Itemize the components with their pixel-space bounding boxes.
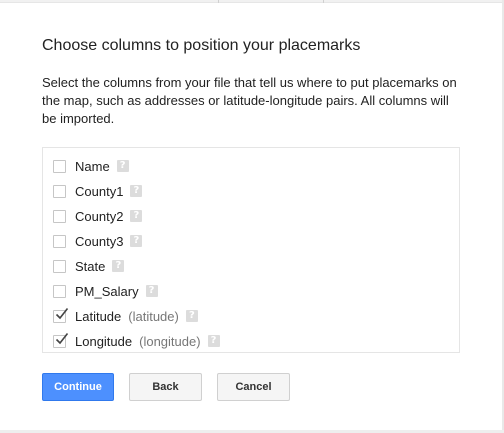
column-label: County1 <box>75 183 124 199</box>
checkmark-icon <box>55 332 69 344</box>
column-label: Name <box>75 158 110 174</box>
column-list: Name ? County1 ? County2 ? County3 ? Sta… <box>42 147 460 353</box>
help-icon[interactable]: ? <box>116 160 129 172</box>
help-icon[interactable]: ? <box>185 310 198 322</box>
column-row-pm-salary[interactable]: PM_Salary ? <box>53 282 158 300</box>
column-label: County3 <box>75 233 124 249</box>
continue-button[interactable]: Continue <box>42 373 114 401</box>
column-checkbox[interactable] <box>53 259 66 273</box>
import-columns-page: Choose columns to position your placemar… <box>0 0 504 433</box>
column-checkbox[interactable] <box>53 159 66 173</box>
help-icon[interactable]: ? <box>130 235 143 247</box>
top-window-strip <box>0 0 504 3</box>
column-checkbox-checked[interactable] <box>53 332 69 348</box>
column-row-county1[interactable]: County1 ? <box>53 182 143 200</box>
dialog-title: Choose columns to position your placemar… <box>42 37 361 54</box>
column-row-state[interactable]: State ? <box>53 257 125 275</box>
column-row-longitude[interactable]: Longitude (longitude) ? <box>53 332 220 350</box>
column-checkbox-checked[interactable] <box>53 307 69 323</box>
help-icon[interactable]: ? <box>207 335 220 347</box>
help-icon[interactable]: ? <box>112 260 125 272</box>
cancel-button[interactable]: Cancel <box>217 373 290 401</box>
column-row-name[interactable]: Name ? <box>53 157 129 175</box>
column-checkbox[interactable] <box>53 184 66 198</box>
column-label: Longitude <box>75 333 133 349</box>
column-checkbox[interactable] <box>53 284 66 298</box>
help-icon[interactable]: ? <box>130 210 143 222</box>
column-type-hint: (latitude) <box>128 308 179 324</box>
column-label: County2 <box>75 208 124 224</box>
column-row-county2[interactable]: County2 ? <box>53 207 143 225</box>
column-row-county3[interactable]: County3 ? <box>53 232 143 250</box>
back-button[interactable]: Back <box>129 373 202 401</box>
column-checkbox[interactable] <box>53 209 66 223</box>
help-icon[interactable]: ? <box>130 185 143 197</box>
column-type-hint: (longitude) <box>139 333 201 349</box>
top-strip-divider <box>323 0 324 3</box>
column-label: Latitude <box>75 308 122 324</box>
column-checkbox[interactable] <box>53 234 66 248</box>
column-row-latitude[interactable]: Latitude (latitude) ? <box>53 307 198 325</box>
help-icon[interactable]: ? <box>145 285 158 297</box>
dialog-description: Select the columns from your file that t… <box>42 75 457 126</box>
top-strip-divider <box>218 0 219 3</box>
checkmark-icon <box>55 307 69 319</box>
column-label: State <box>75 258 106 274</box>
position-columns-dialog: Choose columns to position your placemar… <box>42 36 472 401</box>
column-label: PM_Salary <box>75 283 139 299</box>
